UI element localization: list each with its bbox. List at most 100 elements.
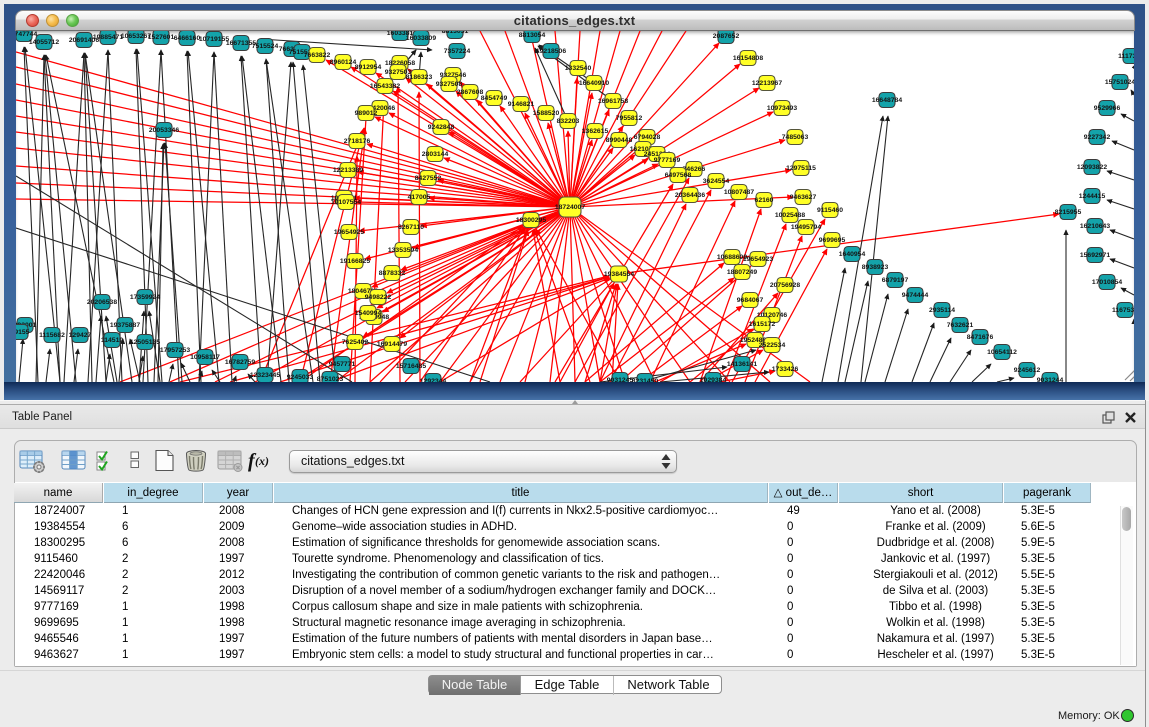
svg-text:16782759: 16782759 <box>225 359 255 366</box>
svg-text:8938923: 8938923 <box>862 264 889 271</box>
svg-text:12213389: 12213389 <box>333 167 363 174</box>
svg-text:15692971: 15692971 <box>1080 252 1110 259</box>
svg-text:18724007: 18724007 <box>555 204 585 211</box>
svg-text:9227342: 9227342 <box>1084 134 1111 141</box>
svg-text:9498222: 9498222 <box>365 294 392 301</box>
svg-text:19218506: 19218506 <box>536 48 566 55</box>
svg-text:16154808: 16154808 <box>733 55 763 62</box>
svg-text:7357224: 7357224 <box>444 48 471 55</box>
svg-text:9245033: 9245033 <box>287 374 314 381</box>
svg-text:14055712: 14055712 <box>29 39 59 46</box>
svg-text:17957253: 17957253 <box>160 347 190 354</box>
svg-text:1640954: 1640954 <box>839 251 866 258</box>
svg-text:8912954: 8912954 <box>355 64 382 71</box>
svg-text:20756928: 20756928 <box>770 282 800 289</box>
svg-text:8960124: 8960124 <box>330 59 357 66</box>
svg-text:18300295: 18300295 <box>516 217 546 224</box>
svg-text:19885471: 19885471 <box>93 34 123 41</box>
svg-text:18807249: 18807249 <box>727 269 757 276</box>
svg-text:8878332: 8878332 <box>379 270 406 277</box>
svg-text:10807487: 10807487 <box>724 189 754 196</box>
svg-text:62160: 62160 <box>755 197 774 204</box>
svg-text:1527601: 1527601 <box>148 34 175 41</box>
svg-text:16914479: 16914479 <box>377 341 407 348</box>
svg-text:6466160: 6466160 <box>174 35 201 42</box>
svg-text:1117345: 1117345 <box>1118 53 1134 60</box>
svg-text:16543382: 16543382 <box>370 83 400 90</box>
svg-text:8454749: 8454749 <box>481 95 508 102</box>
svg-text:2803144: 2803144 <box>422 151 449 158</box>
svg-text:417005: 417005 <box>408 194 431 201</box>
svg-text:8186323: 8186323 <box>406 74 433 81</box>
svg-text:20206538: 20206538 <box>87 299 117 306</box>
svg-text:832203: 832203 <box>557 118 580 125</box>
svg-text:1244415: 1244415 <box>1079 193 1106 200</box>
svg-text:9699695: 9699695 <box>819 237 846 244</box>
svg-text:989012: 989012 <box>355 110 378 117</box>
svg-text:8215955: 8215955 <box>1055 209 1082 216</box>
svg-text:9242848: 9242848 <box>428 124 455 131</box>
svg-text:6794028: 6794028 <box>634 134 661 141</box>
svg-text:1292344: 1292344 <box>420 378 447 382</box>
svg-text:7955812: 7955812 <box>616 115 643 122</box>
svg-text:10719155: 10719155 <box>199 36 229 43</box>
svg-text:9777169: 9777169 <box>654 157 681 164</box>
svg-text:2087652: 2087652 <box>713 33 740 40</box>
svg-text:(x): (x) <box>255 454 269 468</box>
svg-text:2522534: 2522534 <box>759 342 786 349</box>
svg-text:14136141: 14136141 <box>727 361 757 368</box>
svg-text:10973493: 10973493 <box>767 105 797 112</box>
svg-text:12093822: 12093822 <box>1077 164 1107 171</box>
svg-text:2718176: 2718176 <box>344 138 371 145</box>
svg-text:1362615: 1362615 <box>582 128 609 135</box>
svg-text:9529966: 9529966 <box>1094 105 1121 112</box>
svg-text:8990448: 8990448 <box>606 137 633 144</box>
svg-text:16033809: 16033809 <box>406 35 436 42</box>
svg-text:1029384: 1029384 <box>700 377 727 382</box>
svg-text:6497568: 6497568 <box>665 172 692 179</box>
svg-text:1332540: 1332540 <box>565 65 592 72</box>
svg-text:8427552: 8427552 <box>415 175 442 182</box>
svg-text:1733426: 1733426 <box>772 366 799 373</box>
svg-text:10107554: 10107554 <box>331 199 361 206</box>
svg-text:10958117: 10958117 <box>190 354 220 361</box>
svg-text:8813051: 8813051 <box>442 31 469 35</box>
svg-text:16648784: 16648784 <box>872 97 902 104</box>
svg-text:12213967: 12213967 <box>752 80 782 87</box>
svg-text:2935114: 2935114 <box>929 307 955 314</box>
svg-text:9115460: 9115460 <box>817 207 843 214</box>
svg-text:8231450: 8231450 <box>632 378 659 382</box>
svg-text:7485063: 7485063 <box>782 134 809 141</box>
svg-text:1615172: 1615172 <box>749 321 776 328</box>
svg-text:39155: 39155 <box>16 329 30 336</box>
svg-text:17359924: 17359924 <box>130 294 160 301</box>
svg-text:19384554: 19384554 <box>604 271 634 278</box>
svg-text:9463627: 9463627 <box>790 194 817 201</box>
svg-text:7632621: 7632621 <box>947 322 974 329</box>
svg-text:3624554: 3624554 <box>703 178 730 185</box>
svg-text:20364436: 20364436 <box>675 192 705 199</box>
svg-text:1540994: 1540994 <box>355 310 382 317</box>
svg-text:10025488: 10025488 <box>775 212 805 219</box>
svg-text:19654923: 19654923 <box>743 256 773 263</box>
svg-text:9245612: 9245612 <box>1014 367 1041 374</box>
svg-text:8751023: 8751023 <box>317 376 344 382</box>
svg-text:1115682: 1115682 <box>39 332 65 339</box>
svg-text:8813054: 8813054 <box>519 32 546 39</box>
svg-text:129427: 129427 <box>69 332 92 339</box>
svg-text:10653267: 10653267 <box>121 33 151 40</box>
svg-text:19495794: 19495794 <box>791 224 821 231</box>
svg-text:114519: 114519 <box>101 337 124 344</box>
svg-text:16961758: 16961758 <box>598 98 628 105</box>
svg-text:15716485: 15716485 <box>396 363 426 370</box>
svg-text:17010854: 17010854 <box>1092 279 1122 286</box>
svg-text:7515524: 7515524 <box>252 43 279 50</box>
svg-text:13353594: 13353594 <box>388 247 418 254</box>
svg-text:9457771: 9457771 <box>329 361 356 368</box>
svg-text:1588520: 1588520 <box>533 110 560 117</box>
svg-text:12505135: 12505135 <box>130 339 160 346</box>
svg-text:15751024: 15751024 <box>1105 79 1134 86</box>
svg-text:8471676: 8471676 <box>967 334 994 341</box>
svg-text:20053346: 20053346 <box>149 127 179 134</box>
svg-text:19166825: 19166825 <box>340 258 370 265</box>
